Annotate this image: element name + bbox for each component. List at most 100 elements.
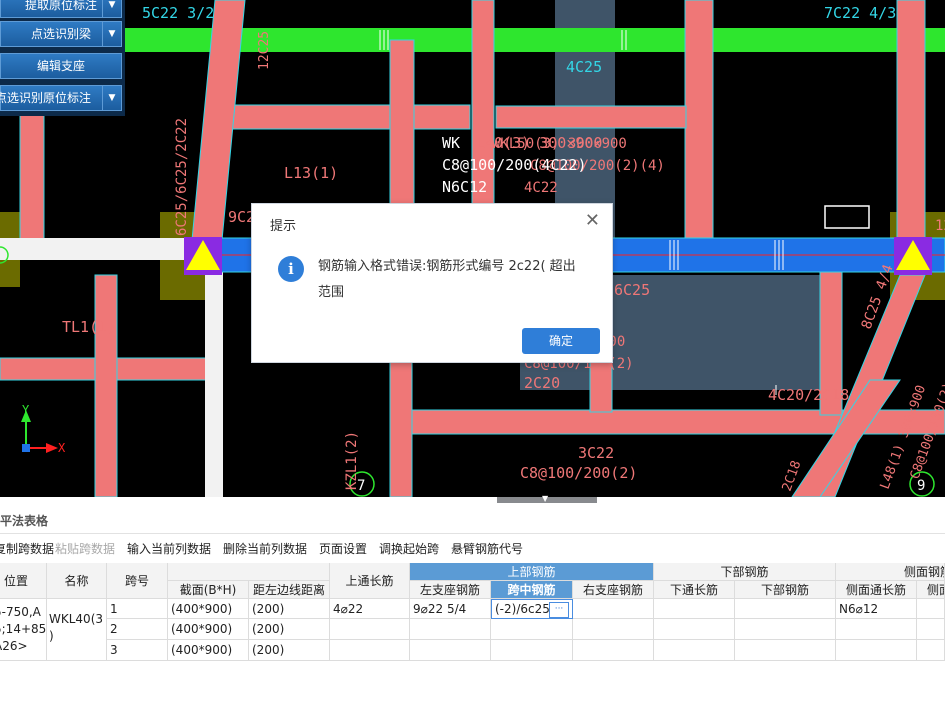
mid-span-input[interactable]: (-2)/6c25 [495,602,550,616]
white-beam [205,260,223,497]
more-options-button[interactable]: ··· [549,602,569,618]
chevron-down-icon[interactable]: ▼ [102,86,121,110]
panel-title: 平法表格 [0,514,49,528]
label-wk-line2: C8@100/200(4C22) [442,156,587,174]
cell-bottom-long[interactable] [654,640,735,661]
page-setup-button[interactable]: 页面设置 [319,540,367,557]
header-side-extra: 侧面 [917,581,945,599]
splitter-handle[interactable]: ▼ [497,494,597,503]
input-column-button[interactable]: 输入当前列数据 [127,540,211,557]
cantilever-code-button[interactable]: 悬臂钢筋代号 [451,540,523,557]
cell-bottom-rebar[interactable] [735,640,836,661]
header-name: 名称 [47,563,107,599]
cell-bottom-rebar[interactable] [735,619,836,640]
info-icon: i [278,256,304,282]
header-bottom-long: 下通长筋 [654,581,735,599]
cell-span[interactable]: 2 [107,619,168,640]
cell-left-support[interactable]: 9⌀22 5/4 [410,599,491,619]
label-wk-line1-mid: L40(3) 300×900 [476,134,602,152]
paste-span-button: 粘贴跨数据 [55,542,116,556]
label-wk-line1: WK [442,134,460,152]
cell-bottom-rebar[interactable] [735,599,836,619]
cell-side-long[interactable] [836,640,917,661]
cell-mid-span-editor[interactable]: (-2)/6c25 ··· [491,599,573,619]
header-blank [168,563,330,581]
group-upper-rebar: 上部钢筋 [410,563,654,581]
header-bottom-rebar: 下部钢筋 [735,581,836,599]
cell-offset[interactable]: (200) [249,599,330,619]
cell-span[interactable]: 1 [107,599,168,619]
label-vert-top: 12C25 [257,31,272,70]
dialog-message: 钢筋输入格式错误:钢筋形式编号 2c22( 超出范围 [318,259,576,300]
button-label: 提取原位标注 [24,0,97,12]
cell-section[interactable]: (400*900) [168,619,249,640]
cell-mid-span[interactable] [491,640,573,661]
cell-left-support[interactable] [410,640,491,661]
cell-name[interactable]: WKL40(3 ) [47,599,107,661]
pick-annotation-button[interactable]: 点选识别原位标注 ▼ [0,85,122,111]
axis-number-7: 7 [357,478,365,494]
cell-top-long[interactable] [330,640,410,661]
beam [94,274,118,497]
chevron-down-icon: ▼ [542,494,549,503]
alert-dialog: 提示 ✕ i 钢筋输入格式错误:钢筋形式编号 2c22( 超出范围 确定 [251,203,613,363]
cad-canvas[interactable]: 5C22 3/2 7C22 4/3 4C25 WKL50(3) 300×900 … [0,0,945,497]
label-wk-line3: N6C12 [442,178,487,196]
beam [229,104,471,130]
label-4c20: 4C20/2C18 [768,386,849,404]
edit-support-button[interactable]: 编辑支座 [0,53,122,79]
chevron-down-icon[interactable]: ▼ [102,22,121,46]
cell-offset[interactable]: (200) [249,619,330,640]
cell-bottom-long[interactable] [654,619,735,640]
axis-origin [22,444,30,452]
cell-side-long[interactable] [836,619,917,640]
label-3c22: 3C22 [578,444,614,462]
group-side-rebar: 侧面钢筋 [836,563,945,581]
cell-top-long[interactable]: 4⌀22 [330,599,410,619]
divider [0,533,945,534]
header-mid-span: 跨中钢筋 [491,581,573,599]
button-label: 编辑支座 [36,59,85,73]
swap-start-span-button[interactable]: 调换起始跨 [379,540,439,557]
beam [495,105,687,129]
cell-right-support[interactable] [573,640,654,661]
cell-side-long[interactable]: N6⌀12 [836,599,917,619]
cell-section[interactable]: (400*900) [168,640,249,661]
selection-box [824,205,870,229]
group-lower-rebar: 下部钢筋 [654,563,836,581]
cell-span[interactable]: 3 [107,640,168,661]
cell-right-support[interactable] [573,599,654,619]
beam [684,0,714,241]
label-top-right: 7C22 4/3 [824,4,896,22]
cell-side-extra[interactable] [917,640,945,661]
dialog-title: 提示 [270,219,297,234]
axis-x-label: X [58,441,66,455]
header-top-long: 上通长筋 [330,563,410,599]
close-icon[interactable]: ✕ [585,210,600,231]
cell-left-support[interactable] [410,619,491,640]
label-c8-100: C8@100/200(2) [520,464,637,482]
chevron-down-icon[interactable]: ▼ [102,0,121,17]
label-6c25: 6C25 [614,281,650,299]
extract-annotation-button[interactable]: 提取原位标注 ▼ [0,0,122,18]
cell-right-support[interactable] [573,619,654,640]
header-section: 截面(B*H) [168,581,249,599]
axis-x-arrow-icon [46,443,58,453]
cell-side-extra[interactable] [917,599,945,619]
cell-mid-span[interactable] [491,619,573,640]
delete-column-button[interactable]: 删除当前列数据 [223,540,307,557]
copy-span-button[interactable]: 复制跨数据 [0,540,54,557]
cell-position[interactable]: 5-750,A 5;14+85 A26> [0,599,47,661]
cell-offset[interactable]: (200) [249,640,330,661]
cell-side-extra[interactable] [917,619,945,640]
label-4c22: 4C22 [524,180,558,196]
pick-beam-button[interactable]: 点选识别梁 ▼ [0,21,122,47]
button-label: 点选识别原位标注 [0,91,92,105]
tool-panel: 提取原位标注 ▼ 点选识别梁 ▼ 编辑支座 点选识别原位标注 ▼ [0,0,125,116]
ok-button[interactable]: 确定 [522,328,600,354]
cell-bottom-long[interactable] [654,599,735,619]
cell-section[interactable]: (400*900) [168,599,249,619]
cell-top-long[interactable] [330,619,410,640]
label-2c20: 2C20 [524,374,560,392]
axis-y-label: Y [22,403,30,417]
